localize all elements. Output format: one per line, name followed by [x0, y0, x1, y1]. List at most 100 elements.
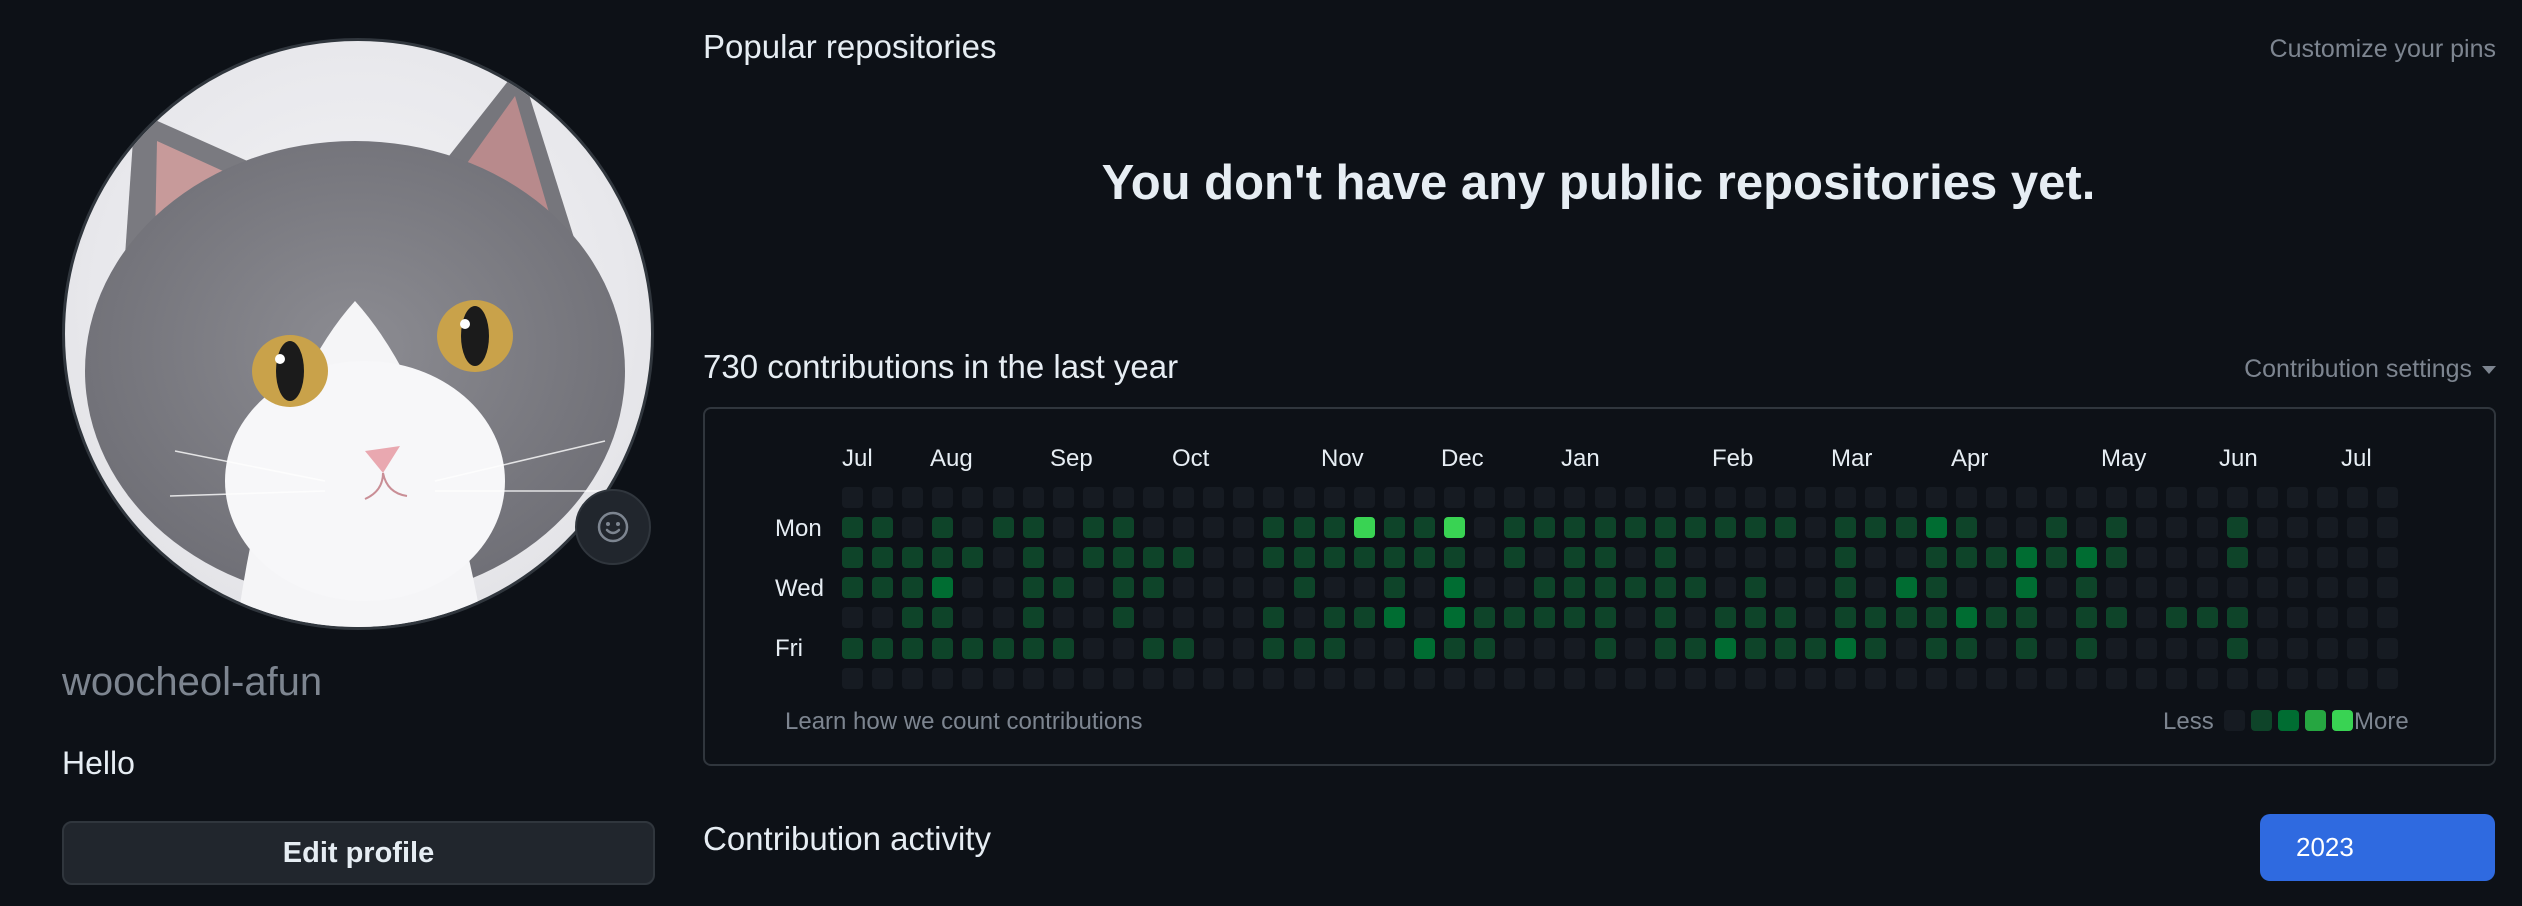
contribution-day-cell[interactable]: [1865, 638, 1886, 659]
contribution-day-cell[interactable]: [1504, 638, 1525, 659]
year-2023-button[interactable]: 2023: [2260, 814, 2495, 881]
contribution-day-cell[interactable]: [932, 517, 953, 538]
contribution-day-cell[interactable]: [1294, 577, 1315, 598]
contribution-day-cell[interactable]: [2197, 577, 2218, 598]
contribution-day-cell[interactable]: [1896, 487, 1917, 508]
contribution-day-cell[interactable]: [1324, 668, 1345, 689]
contribution-day-cell[interactable]: [872, 668, 893, 689]
contribution-day-cell[interactable]: [872, 487, 893, 508]
contribution-day-cell[interactable]: [2136, 638, 2157, 659]
contribution-day-cell[interactable]: [2166, 577, 2187, 598]
contribution-day-cell[interactable]: [993, 607, 1014, 628]
contribution-day-cell[interactable]: [1625, 668, 1646, 689]
contribution-day-cell[interactable]: [1986, 517, 2007, 538]
contribution-day-cell[interactable]: [1474, 607, 1495, 628]
contribution-day-cell[interactable]: [932, 638, 953, 659]
contribution-day-cell[interactable]: [2197, 638, 2218, 659]
contribution-day-cell[interactable]: [842, 607, 863, 628]
contribution-day-cell[interactable]: [1595, 668, 1616, 689]
contribution-day-cell[interactable]: [1835, 517, 1856, 538]
contribution-day-cell[interactable]: [1083, 517, 1104, 538]
contribution-day-cell[interactable]: [1896, 668, 1917, 689]
contribution-day-cell[interactable]: [2076, 577, 2097, 598]
contribution-day-cell[interactable]: [1926, 607, 1947, 628]
contribution-day-cell[interactable]: [1053, 638, 1074, 659]
contribution-day-cell[interactable]: [1203, 517, 1224, 538]
contribution-day-cell[interactable]: [1655, 517, 1676, 538]
contribution-day-cell[interactable]: [902, 577, 923, 598]
contribution-day-cell[interactable]: [1564, 607, 1585, 628]
contribution-day-cell[interactable]: [1685, 547, 1706, 568]
contribution-day-cell[interactable]: [872, 607, 893, 628]
contribution-day-cell[interactable]: [1203, 668, 1224, 689]
contribution-day-cell[interactable]: [1595, 638, 1616, 659]
contribution-day-cell[interactable]: [1595, 577, 1616, 598]
contribution-day-cell[interactable]: [1263, 668, 1284, 689]
contribution-day-cell[interactable]: [1926, 638, 1947, 659]
contribution-day-cell[interactable]: [2106, 607, 2127, 628]
contribution-day-cell[interactable]: [1113, 577, 1134, 598]
contribution-day-cell[interactable]: [2317, 517, 2338, 538]
contribution-day-cell[interactable]: [1324, 577, 1345, 598]
contribution-day-cell[interactable]: [1926, 668, 1947, 689]
contribution-day-cell[interactable]: [2016, 607, 2037, 628]
contribution-day-cell[interactable]: [1354, 577, 1375, 598]
contribution-day-cell[interactable]: [1173, 668, 1194, 689]
contribution-day-cell[interactable]: [1414, 607, 1435, 628]
contribution-day-cell[interactable]: [1986, 547, 2007, 568]
contribution-day-cell[interactable]: [993, 487, 1014, 508]
contribution-day-cell[interactable]: [1835, 547, 1856, 568]
contribution-day-cell[interactable]: [2317, 577, 2338, 598]
contribution-day-cell[interactable]: [2166, 607, 2187, 628]
contribution-day-cell[interactable]: [2227, 487, 2248, 508]
contribution-day-cell[interactable]: [1263, 487, 1284, 508]
contribution-day-cell[interactable]: [2046, 577, 2067, 598]
contribution-day-cell[interactable]: [2257, 577, 2278, 598]
contribution-day-cell[interactable]: [1775, 638, 1796, 659]
contribution-day-cell[interactable]: [2016, 577, 2037, 598]
contribution-day-cell[interactable]: [1896, 638, 1917, 659]
contribution-day-cell[interactable]: [932, 668, 953, 689]
contribution-day-cell[interactable]: [2106, 487, 2127, 508]
contribution-day-cell[interactable]: [1113, 487, 1134, 508]
contribution-day-cell[interactable]: [2106, 547, 2127, 568]
contribution-day-cell[interactable]: [2197, 607, 2218, 628]
contribution-day-cell[interactable]: [1294, 668, 1315, 689]
contribution-day-cell[interactable]: [1715, 638, 1736, 659]
contribution-day-cell[interactable]: [2046, 607, 2067, 628]
contribution-day-cell[interactable]: [902, 517, 923, 538]
contribution-day-cell[interactable]: [1143, 547, 1164, 568]
contribution-day-cell[interactable]: [2317, 638, 2338, 659]
contribution-day-cell[interactable]: [1354, 638, 1375, 659]
contribution-day-cell[interactable]: [1294, 517, 1315, 538]
contribution-day-cell[interactable]: [1263, 577, 1284, 598]
contribution-day-cell[interactable]: [1354, 517, 1375, 538]
contribution-day-cell[interactable]: [1775, 607, 1796, 628]
contribution-day-cell[interactable]: [2287, 668, 2308, 689]
contribution-day-cell[interactable]: [2287, 638, 2308, 659]
contribution-day-cell[interactable]: [1173, 517, 1194, 538]
contribution-day-cell[interactable]: [2166, 547, 2187, 568]
contribution-day-cell[interactable]: [1595, 547, 1616, 568]
contribution-day-cell[interactable]: [1324, 487, 1345, 508]
contribution-day-cell[interactable]: [2197, 517, 2218, 538]
contribution-day-cell[interactable]: [1053, 577, 1074, 598]
contribution-day-cell[interactable]: [2347, 607, 2368, 628]
contribution-day-cell[interactable]: [1595, 517, 1616, 538]
contribution-day-cell[interactable]: [1805, 517, 1826, 538]
contribution-settings-dropdown[interactable]: Contribution settings: [2244, 355, 2496, 384]
contribution-day-cell[interactable]: [2287, 547, 2308, 568]
contribution-day-cell[interactable]: [1113, 668, 1134, 689]
contribution-day-cell[interactable]: [1835, 607, 1856, 628]
contribution-day-cell[interactable]: [962, 668, 983, 689]
set-status-button[interactable]: [575, 489, 651, 565]
contribution-day-cell[interactable]: [1595, 487, 1616, 508]
contribution-day-cell[interactable]: [1474, 668, 1495, 689]
contribution-day-cell[interactable]: [1143, 487, 1164, 508]
contribution-day-cell[interactable]: [1444, 638, 1465, 659]
contribution-day-cell[interactable]: [1835, 577, 1856, 598]
contribution-day-cell[interactable]: [1956, 547, 1977, 568]
contribution-day-cell[interactable]: [1384, 517, 1405, 538]
contribution-day-cell[interactable]: [1414, 547, 1435, 568]
contribution-day-cell[interactable]: [1715, 668, 1736, 689]
